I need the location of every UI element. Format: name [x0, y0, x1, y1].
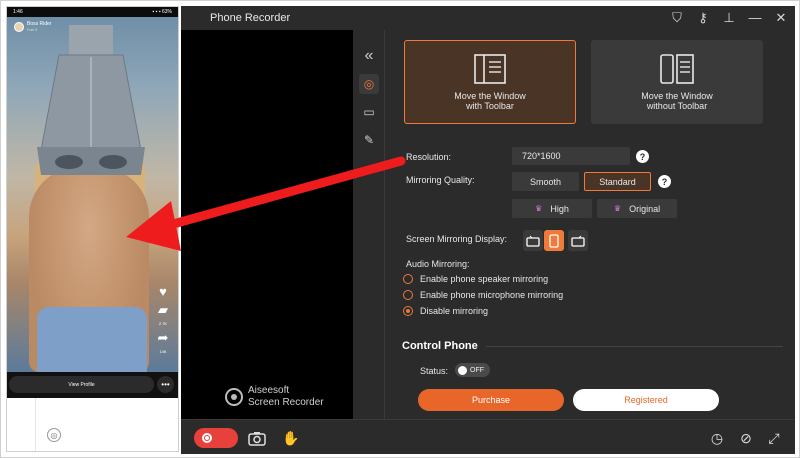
avatar[interactable] — [14, 21, 24, 32]
toggle-state: OFF — [470, 366, 484, 374]
cart-icon[interactable]: ⛉ — [669, 9, 685, 27]
more-options-button[interactable]: ••• — [157, 376, 174, 393]
section-divider — [486, 346, 783, 347]
display-label: Screen Mirroring Display: — [406, 234, 508, 244]
share-icon[interactable]: ➦ — [158, 331, 169, 344]
bottom-toolbar: ✋ ◷ ⊘ ⤢ — [181, 419, 795, 454]
crown-icon: ♛ — [613, 204, 622, 213]
purchase-button[interactable]: Purchase — [418, 389, 564, 411]
fullscreen-icon[interactable]: ⤢ — [764, 429, 784, 447]
display-portrait-button[interactable] — [544, 230, 564, 251]
toggle-knob — [458, 365, 467, 375]
window-controls: ⛉ ⚷ ⊥ — ✕ — [669, 9, 789, 27]
video-camera-icon[interactable]: ▭ — [359, 102, 379, 122]
phone-portrait-icon — [549, 233, 559, 248]
display-landscape-left-button[interactable] — [523, 230, 543, 251]
mode-without-toolbar-button[interactable]: Move the Window without Toolbar — [591, 40, 763, 124]
audio-option-microphone-label: Enable phone microphone mirroring — [420, 290, 564, 300]
window-title: Phone Recorder — [210, 12, 291, 24]
radio-speaker[interactable] — [403, 274, 413, 284]
comment-count: 2.7K — [158, 321, 168, 326]
audio-label: Audio Mirroring: — [406, 259, 470, 269]
settings-target-icon[interactable]: ◎ — [359, 74, 379, 94]
quality-high-label: High — [550, 203, 569, 214]
quality-high-option[interactable]: ♛ High — [512, 199, 592, 218]
camera-logo-icon — [225, 388, 243, 406]
radio-microphone[interactable] — [403, 290, 413, 300]
resolution-select[interactable]: 720*1600 — [512, 147, 630, 165]
heart-icon[interactable]: ♥ — [159, 285, 167, 298]
minimize-icon[interactable]: — — [747, 9, 763, 27]
camera-snapshot-icon[interactable] — [247, 429, 267, 447]
mode-with-toolbar-button[interactable]: Move the Window with Toolbar — [404, 40, 576, 124]
comment-icon[interactable]: ▰ — [158, 303, 168, 316]
control-phone-title: Control Phone — [402, 340, 478, 352]
brand-product: Screen Recorder — [248, 397, 324, 408]
title-bar: Phone Recorder ⛉ ⚷ ⊥ — ✕ — [181, 6, 795, 30]
phone-time: 1:46 — [13, 9, 23, 15]
share-count: 14K — [159, 349, 167, 354]
helmet-device-image — [37, 25, 145, 175]
collapse-icon[interactable]: « — [359, 46, 379, 66]
radio-disable[interactable] — [403, 306, 413, 316]
quality-help-icon[interactable]: ? — [658, 175, 671, 188]
view-profile-button[interactable]: View Profile — [9, 376, 154, 393]
pin-icon[interactable]: ⊥ — [721, 9, 737, 27]
screenshot-root: 1:46 ▪ ▪ ▪ 63% Boss Rider Fab 9 ♥ ▰ 2.7K… — [0, 0, 800, 458]
phone-status-bar: 1:46 ▪ ▪ ▪ 63% — [7, 7, 178, 17]
phone-status-icons: ▪ ▪ ▪ 63% — [152, 9, 173, 15]
audio-option-microphone[interactable]: Enable phone microphone mirroring — [403, 290, 563, 300]
pen-icon[interactable]: ✎ — [359, 130, 379, 150]
crown-icon: ♛ — [535, 204, 543, 213]
hide-eye-icon[interactable]: ⊘ — [736, 429, 756, 447]
window-toolbar-icon — [474, 54, 506, 84]
audio-option-speaker[interactable]: Enable phone speaker mirroring — [403, 274, 548, 284]
display-landscape-right-button[interactable] — [568, 230, 588, 251]
audio-option-disable-label: Disable mirroring — [420, 306, 489, 316]
video-user-sub: Fab 9 — [27, 27, 38, 32]
status-toggle[interactable]: OFF — [455, 363, 490, 377]
brand-name: Aiseesoft — [248, 385, 290, 396]
quality-standard-option[interactable]: Standard — [584, 172, 651, 191]
video-user-row: Boss Rider Fab 9 — [14, 21, 51, 32]
mirror-preview-area: Aiseesoft Screen Recorder — [181, 30, 353, 419]
quality-smooth-option[interactable]: Smooth — [512, 172, 579, 191]
video-content[interactable]: Boss Rider Fab 9 ♥ ▰ 2.7K ➦ 14K — [7, 17, 178, 372]
history-icon[interactable]: ◷ — [707, 429, 727, 447]
quality-label: Mirroring Quality: — [406, 175, 475, 185]
audio-option-disable[interactable]: Disable mirroring — [403, 306, 488, 316]
resolution-label: Resolution: — [406, 152, 452, 162]
record-button[interactable] — [194, 428, 238, 448]
hand-icon[interactable]: ✋ — [281, 429, 301, 447]
jeans-shape — [37, 307, 147, 372]
mode-with-toolbar-label: Move the Window with Toolbar — [454, 91, 526, 111]
video-side-actions: ♥ ▰ 2.7K ➦ 14K — [154, 285, 172, 354]
phone-action-bar: View Profile ••• — [7, 372, 178, 398]
phone-recorder-window: Phone Recorder ⛉ ⚷ ⊥ — ✕ Aiseesoft Scree… — [181, 6, 795, 454]
settings-panel: Move the Window with Toolbar Move the Wi… — [386, 30, 794, 419]
status-label: Status: — [420, 366, 449, 376]
resolution-help-icon[interactable]: ? — [636, 150, 649, 163]
tablet-landscape-icon — [526, 235, 540, 247]
close-icon[interactable]: ✕ — [773, 9, 789, 27]
tablet-landscape-right-icon — [571, 235, 585, 247]
key-icon[interactable]: ⚷ — [695, 9, 711, 27]
fingerprint-icon[interactable]: ◎ — [47, 428, 61, 442]
phone-bottom-area: ◎ — [7, 398, 178, 451]
phone-screen: 1:46 ▪ ▪ ▪ 63% Boss Rider Fab 9 ♥ ▰ 2.7K… — [6, 6, 179, 452]
registered-button[interactable]: Registered — [573, 389, 719, 411]
audio-option-speaker-label: Enable phone speaker mirroring — [420, 274, 549, 284]
mode-without-toolbar-label: Move the Window without Toolbar — [641, 91, 713, 111]
bottom-divider — [35, 398, 36, 451]
side-toolbar: « ◎ ▭ ✎ — [353, 30, 385, 419]
quality-original-label: Original — [629, 203, 661, 214]
quality-original-option[interactable]: ♛ Original — [597, 199, 677, 218]
brand-logo-block: Aiseesoft Screen Recorder — [225, 385, 324, 409]
record-icon — [202, 433, 212, 443]
window-phone-icon — [660, 54, 694, 84]
